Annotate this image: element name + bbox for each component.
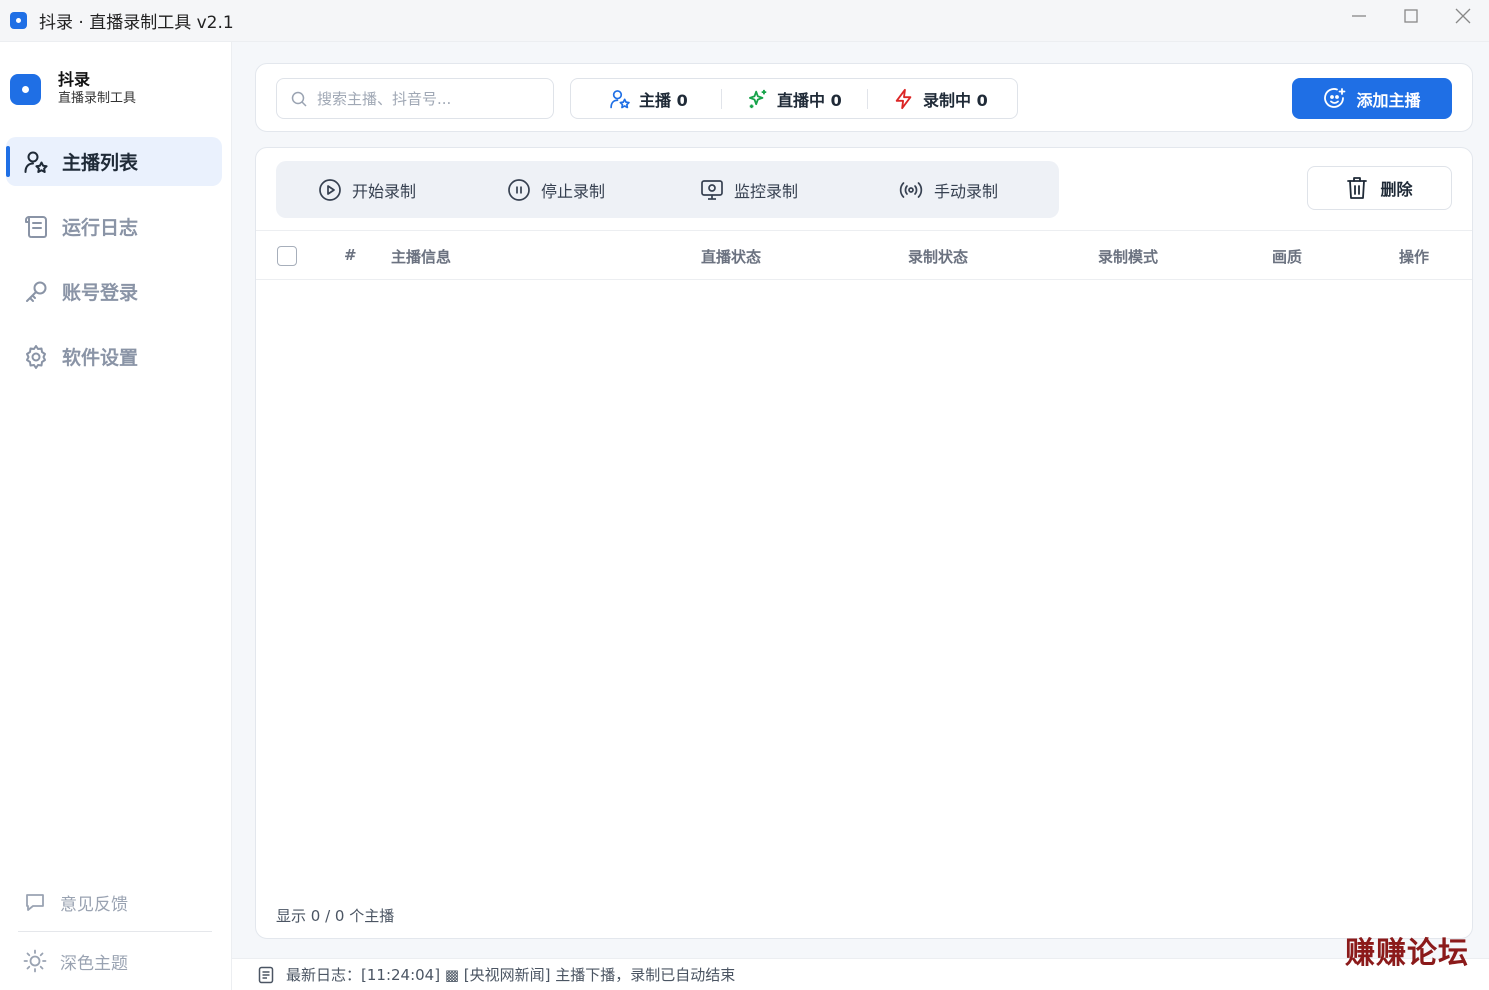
stat-streamers: 主播 0: [609, 79, 688, 118]
search-input[interactable]: [317, 89, 537, 108]
log-icon: [258, 966, 274, 984]
delete-button[interactable]: 删除: [1307, 166, 1452, 210]
add-user-icon: [1323, 87, 1347, 111]
minimize-button[interactable]: [1333, 0, 1385, 32]
stat-streamers-label: 主播 0: [639, 90, 688, 110]
sidebar-item-label: 运行日志: [62, 217, 139, 239]
monitor-record-button[interactable]: 监控录制: [700, 178, 798, 202]
top-toolbar: 主播 0 直播中 0: [255, 63, 1473, 132]
sidebar-item-label: 账号登录: [62, 282, 139, 304]
dark-theme-toggle[interactable]: 深色主题: [18, 932, 212, 990]
close-button[interactable]: [1437, 0, 1489, 32]
feedback-label: 意见反馈: [60, 894, 128, 915]
pause-circle-icon: [507, 178, 531, 202]
search-icon: [291, 91, 307, 107]
title-bar: 抖录 · 直播录制工具 v2.1: [0, 0, 1489, 42]
chat-icon: [22, 891, 48, 913]
play-circle-icon: [318, 178, 342, 202]
sidebar-bottom: 意见反馈 深色主题: [18, 873, 212, 990]
brand-subtitle: 直播录制工具: [58, 91, 137, 106]
monitor-icon: [700, 178, 724, 202]
minimize-icon: [1352, 15, 1366, 17]
maximize-icon: [1404, 9, 1418, 23]
action-bar: 开始录制 停止录制 监控录制 手动录制: [276, 161, 1059, 218]
stat-separator: [867, 88, 868, 109]
watermark: 赚赚论坛: [1345, 936, 1469, 971]
sidebar-item-account-login[interactable]: 账号登录: [6, 267, 222, 316]
start-record-label: 开始录制: [352, 182, 417, 201]
key-icon: [22, 278, 50, 306]
add-streamer-button[interactable]: 添加主播: [1292, 78, 1452, 119]
sidebar-item-settings[interactable]: 软件设置: [6, 332, 222, 381]
search-box[interactable]: [276, 78, 554, 119]
sidebar-item-run-log[interactable]: 运行日志: [6, 202, 222, 251]
add-streamer-label: 添加主播: [1356, 90, 1421, 110]
sidebar: 抖录 直播录制工具 主播列表 运行日志 账号登录 软件设置 意见反馈 深色主题: [0, 42, 232, 990]
stat-live-label: 直播中 0: [777, 90, 842, 110]
close-icon: [1455, 8, 1471, 24]
broadcast-icon: [898, 178, 924, 202]
stat-recording: 录制中 0: [893, 79, 988, 118]
brand: 抖录 直播录制工具: [10, 70, 136, 108]
user-star-icon: [22, 148, 50, 176]
column-header-index[interactable]: #: [344, 246, 357, 264]
sun-icon: [22, 949, 48, 973]
stat-recording-label: 录制中 0: [923, 90, 988, 110]
column-header-actions[interactable]: 操作: [1399, 246, 1429, 267]
main-area: 主播 0 直播中 0: [232, 42, 1489, 958]
monitor-record-label: 监控录制: [734, 182, 799, 201]
column-header-quality[interactable]: 画质: [1272, 246, 1302, 267]
column-header-streamer-info[interactable]: 主播信息: [391, 246, 451, 267]
column-header-live-status[interactable]: 直播状态: [701, 246, 761, 267]
brand-name: 抖录: [58, 70, 91, 89]
scroll-icon: [22, 213, 50, 241]
maximize-button[interactable]: [1385, 0, 1437, 32]
sidebar-nav: 主播列表 运行日志 账号登录 软件设置: [6, 137, 222, 397]
stats-bar: 主播 0 直播中 0 录制中 0: [570, 78, 1018, 119]
lightning-icon: [893, 88, 915, 110]
manual-record-button[interactable]: 手动录制: [898, 178, 998, 202]
column-header-record-status[interactable]: 录制状态: [908, 246, 968, 267]
select-all-checkbox[interactable]: [277, 246, 297, 266]
dark-theme-label: 深色主题: [60, 953, 128, 974]
feedback-link[interactable]: 意见反馈: [18, 873, 212, 931]
sidebar-item-label: 软件设置: [62, 347, 139, 369]
stop-record-label: 停止录制: [541, 182, 606, 201]
latest-log-text: 最新日志：[11:24:04] ▩ [央视网新闻] 主播下播，录制已自动结束: [286, 966, 736, 984]
user-star-icon: [609, 88, 631, 110]
sidebar-item-streamer-list[interactable]: 主播列表: [6, 137, 222, 186]
sparkle-icon: [747, 88, 769, 110]
streamer-panel: 开始录制 停止录制 监控录制 手动录制 删除 # 主播信息 直播状态 录制状态 …: [255, 147, 1473, 939]
manual-record-label: 手动录制: [934, 182, 999, 201]
app-icon: [10, 12, 27, 29]
table-header: # 主播信息 直播状态 录制状态 录制模式 画质 操作: [256, 230, 1472, 280]
window-title: 抖录 · 直播录制工具 v2.1: [39, 13, 234, 33]
gear-icon: [22, 343, 50, 371]
column-header-record-mode[interactable]: 录制模式: [1098, 246, 1158, 267]
stat-separator: [721, 88, 722, 109]
start-record-button[interactable]: 开始录制: [318, 178, 416, 202]
stop-record-button[interactable]: 停止录制: [507, 178, 605, 202]
stat-live: 直播中 0: [747, 79, 842, 118]
sidebar-item-label: 主播列表: [62, 152, 139, 174]
status-bar: 最新日志：[11:24:04] ▩ [央视网新闻] 主播下播，录制已自动结束: [232, 958, 1489, 990]
brand-logo: [10, 73, 41, 105]
trash-icon: [1346, 176, 1368, 200]
streamer-count: 显示 0 / 0 个主播: [276, 907, 395, 925]
delete-label: 删除: [1380, 180, 1413, 199]
window-controls: [1333, 0, 1489, 32]
